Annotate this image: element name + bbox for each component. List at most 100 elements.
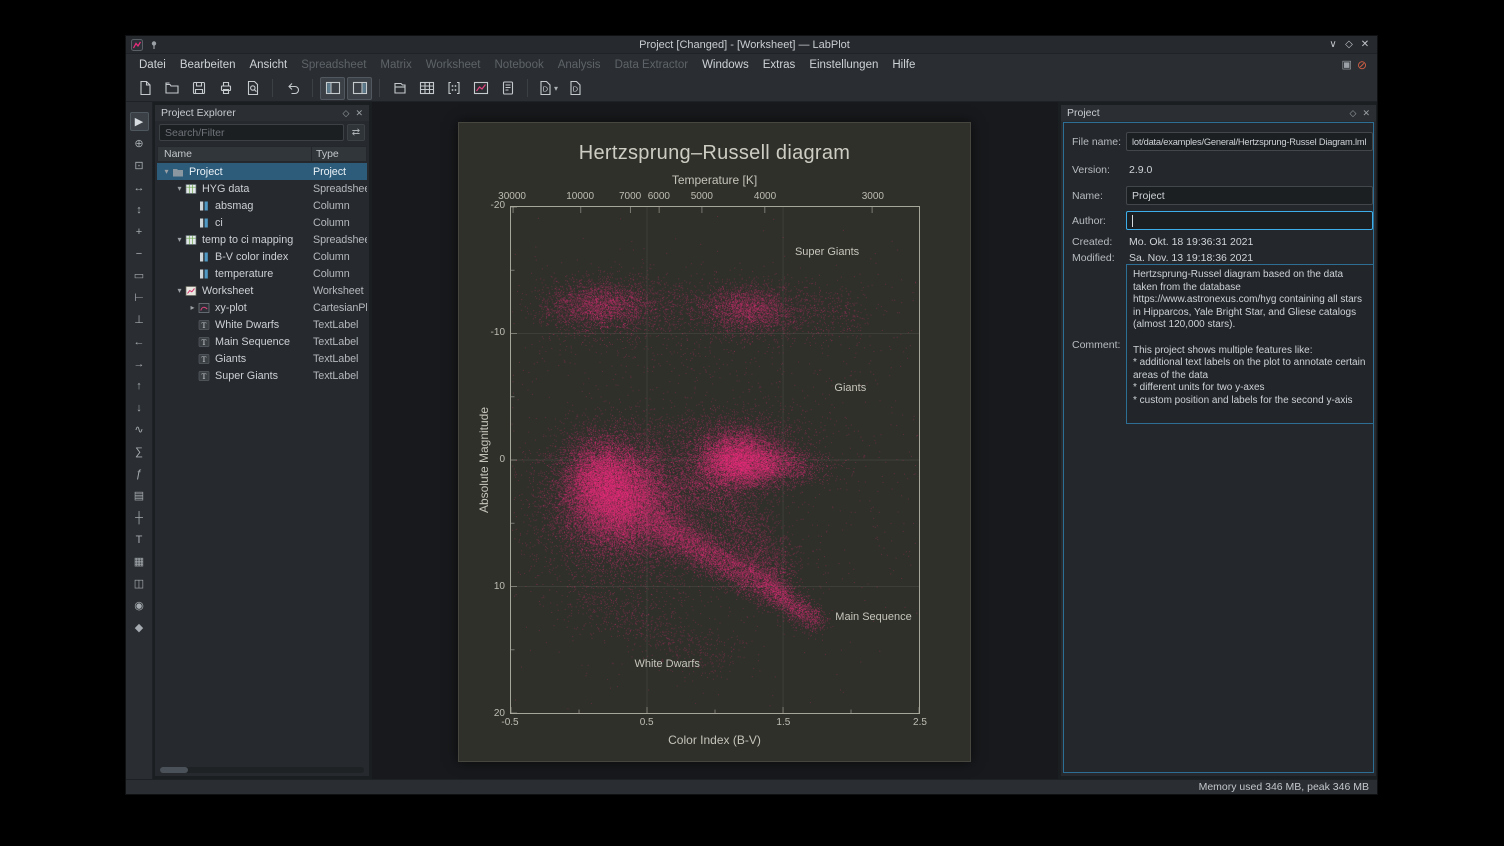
auto-scale-tool-button[interactable]: ▭: [130, 266, 149, 285]
tree-row-white-dwarfs[interactable]: TWhite DwarfsTextLabel: [157, 316, 367, 333]
shift-down-tool-button[interactable]: ↓: [130, 398, 149, 417]
hr-scatter-canvas[interactable]: [510, 206, 920, 714]
menu-datei[interactable]: Datei: [132, 57, 173, 73]
expander-icon[interactable]: ▾: [174, 286, 185, 295]
menu-einstellungen[interactable]: Einstellungen: [802, 57, 885, 73]
maximize-button[interactable]: ◇: [1341, 39, 1357, 50]
add-curve-tool-button[interactable]: ∿: [130, 420, 149, 439]
auto-scale-y-tool-button[interactable]: ⊥: [130, 310, 149, 329]
author-field[interactable]: [1126, 211, 1373, 230]
titlebar[interactable]: Project [Changed] - [Worksheet] — LabPlo…: [126, 36, 1377, 54]
print-icon: [218, 80, 234, 96]
add-text-label-tool-button[interactable]: T: [130, 530, 149, 549]
column-header-name[interactable]: Name: [158, 147, 312, 161]
add-legend-tool-button[interactable]: ▤: [130, 486, 149, 505]
add-info-element-tool-button[interactable]: ◉: [130, 596, 149, 615]
menu-grid-icon[interactable]: ▣: [1342, 58, 1352, 71]
toggle-properties-explorer-button[interactable]: [347, 77, 372, 100]
text-label-main-sequence[interactable]: Main Sequence: [835, 611, 911, 623]
shift-right-tool-button[interactable]: →: [130, 354, 149, 373]
main-area: ▶⊕⊡↔↕+−▭⊢⊥←→↑↓∿∑ƒ▤┼T▦◫◉◆ Project Explore…: [126, 102, 1377, 779]
author-input[interactable]: [1127, 212, 1372, 229]
tree-row-project[interactable]: ▾ProjectProject: [157, 163, 367, 180]
dock-float-icon[interactable]: ◇: [343, 108, 350, 119]
save-project-button[interactable]: [186, 77, 211, 100]
tree-row-temp-to-ci-mapping[interactable]: ▾temp to ci mappingSpreadsheet: [157, 231, 367, 248]
dock-close-icon[interactable]: ✕: [1362, 108, 1370, 119]
menu-extras[interactable]: Extras: [756, 57, 803, 73]
add-axis-tool-button[interactable]: ┼: [130, 508, 149, 527]
filter-options-button[interactable]: ⇄: [347, 124, 365, 141]
expander-icon[interactable]: ▾: [161, 167, 172, 176]
tree-row-xy-plot[interactable]: ▸xy-plotCartesianPlot: [157, 299, 367, 316]
new-worksheet-button[interactable]: [468, 77, 493, 100]
top-axis-label[interactable]: Temperature [K]: [459, 173, 970, 187]
new-spreadsheet-button[interactable]: [414, 77, 439, 100]
text-label-white-dwarfs[interactable]: White Dwarfs: [634, 658, 699, 670]
expander-icon[interactable]: ▸: [187, 303, 198, 312]
zoom-out-tool-button[interactable]: −: [130, 244, 149, 263]
print-preview-button[interactable]: [240, 77, 265, 100]
menu-block-icon[interactable]: ⊘: [1357, 58, 1367, 72]
zoom-y-tool-button[interactable]: ↕: [130, 200, 149, 219]
tree-row-worksheet[interactable]: ▾WorksheetWorksheet: [157, 282, 367, 299]
tree-row-hyg-data[interactable]: ▾HYG dataSpreadsheet: [157, 180, 367, 197]
comment-field[interactable]: Hertzsprung-Russel diagram based on the …: [1126, 264, 1374, 424]
shift-left-tool-button[interactable]: ←: [130, 332, 149, 351]
add-plot-tool-button[interactable]: ◫: [130, 574, 149, 593]
pin-icon[interactable]: [147, 38, 161, 52]
select-tool-button[interactable]: ▶: [130, 112, 149, 131]
new-workbook-button[interactable]: [387, 77, 412, 100]
dropdown-arrow-icon[interactable]: ▾: [554, 84, 558, 93]
expander-icon[interactable]: ▾: [174, 235, 185, 244]
zoom-x-tool-button[interactable]: ↔: [130, 178, 149, 197]
text-label-giants[interactable]: Giants: [834, 382, 866, 394]
scrollbar-thumb[interactable]: [160, 767, 188, 773]
name-field[interactable]: [1126, 186, 1373, 205]
tree-row-temperature[interactable]: temperatureColumn: [157, 265, 367, 282]
auto-scale-x-tool-button[interactable]: ⊢: [130, 288, 149, 307]
tree-row-super-giants[interactable]: TSuper GiantsTextLabel: [157, 367, 367, 384]
dock-float-icon[interactable]: ◇: [1350, 108, 1357, 119]
print-button[interactable]: [213, 77, 238, 100]
tree-row-main-sequence[interactable]: TMain SequenceTextLabel: [157, 333, 367, 350]
shift-up-tool-button[interactable]: ↑: [130, 376, 149, 395]
new-matrix-button[interactable]: [441, 77, 466, 100]
menu-bearbeiten[interactable]: Bearbeiten: [173, 57, 243, 73]
expander-icon[interactable]: ▾: [174, 184, 185, 193]
plot-title[interactable]: Hertzsprung–Russell diagram: [459, 142, 970, 165]
x-axis-label[interactable]: Color Index (B-V): [459, 733, 970, 747]
worksheet-page[interactable]: Hertzsprung–Russell diagram Temperature …: [458, 122, 971, 762]
tree-row-giants[interactable]: TGiantsTextLabel: [157, 350, 367, 367]
version-label: Version:: [1072, 164, 1110, 176]
dock-close-icon[interactable]: ✕: [355, 108, 363, 119]
add-image-tool-button[interactable]: ▦: [130, 552, 149, 571]
menu-ansicht[interactable]: Ansicht: [242, 57, 294, 73]
add-reference-tool-button[interactable]: ◆: [130, 618, 149, 637]
zoom-select-tool-button[interactable]: ⊡: [130, 156, 149, 175]
add-fit-tool-button[interactable]: ƒ: [130, 464, 149, 483]
menu-windows[interactable]: Windows: [695, 57, 756, 73]
toggle-project-explorer-button[interactable]: [320, 77, 345, 100]
text-label-super-giants[interactable]: Super Giants: [795, 246, 859, 258]
menu-hilfe[interactable]: Hilfe: [885, 57, 922, 73]
new-datapicker-button[interactable]: D▾: [535, 77, 560, 100]
search-input[interactable]: [159, 124, 344, 141]
crosshair-tool-button[interactable]: ⊕: [130, 134, 149, 153]
tree-row-absmag[interactable]: absmagColumn: [157, 197, 367, 214]
file-name-field[interactable]: [1126, 132, 1373, 151]
tree-row-ci[interactable]: ciColumn: [157, 214, 367, 231]
column-header-type[interactable]: Type: [312, 148, 339, 160]
open-project-button[interactable]: [159, 77, 184, 100]
zoom-in-tool-button[interactable]: +: [130, 222, 149, 241]
tree-row-b-v-color-index[interactable]: B-V color indexColumn: [157, 248, 367, 265]
new-project-button[interactable]: [132, 77, 157, 100]
new-script-button[interactable]: D: [562, 77, 587, 100]
add-equation-curve-tool-button[interactable]: ∑: [130, 442, 149, 461]
horizontal-scrollbar[interactable]: [160, 767, 364, 773]
new-notebook-button[interactable]: [495, 77, 520, 100]
minimize-button[interactable]: ∨: [1325, 39, 1341, 50]
close-button[interactable]: ✕: [1357, 39, 1373, 50]
top-tick-label: 6000: [648, 191, 670, 202]
undo-button[interactable]: [280, 77, 305, 100]
